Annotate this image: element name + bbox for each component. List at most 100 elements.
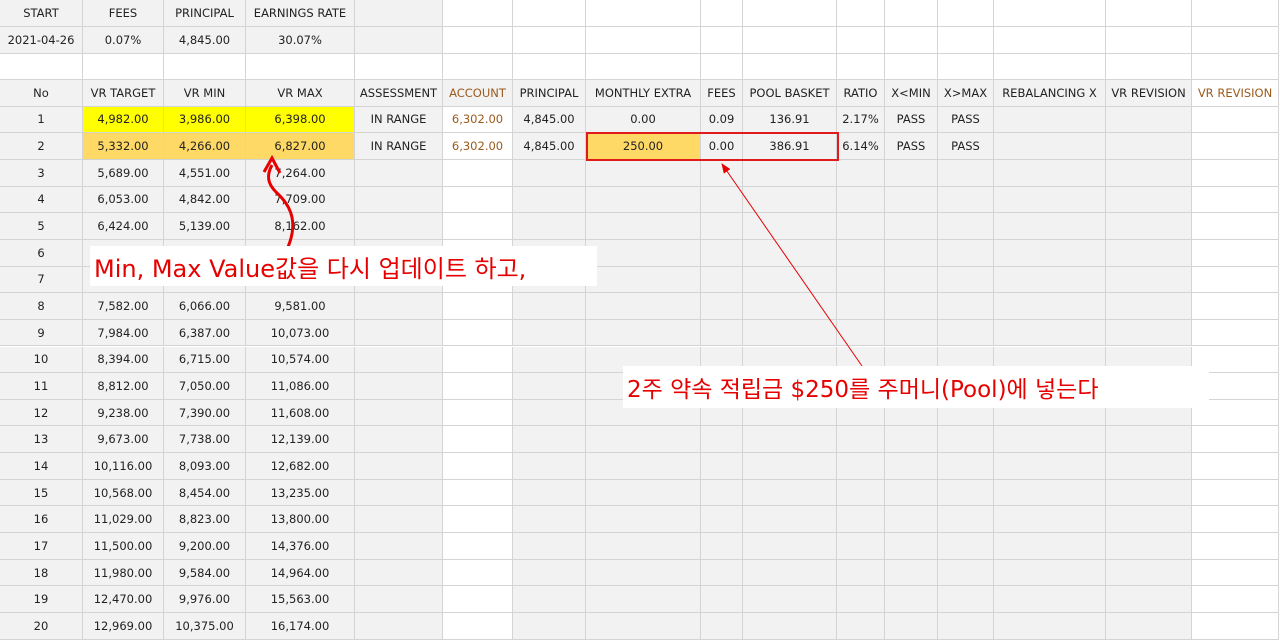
table-cell[interactable] [938, 586, 994, 613]
table-cell[interactable] [701, 479, 743, 507]
table-cell[interactable] [701, 293, 743, 320]
table-cell[interactable] [1106, 106, 1192, 134]
empty-cell[interactable] [938, 0, 994, 27]
empty-cell[interactable] [994, 27, 1106, 54]
empty-cell[interactable] [1106, 0, 1192, 27]
table-cell[interactable]: 8,823.00 [164, 506, 246, 534]
empty-cell[interactable] [513, 54, 586, 80]
table-cell[interactable] [586, 479, 701, 507]
table-cell[interactable] [1192, 106, 1279, 134]
table-cell[interactable] [994, 186, 1106, 214]
table-cell[interactable]: 11,086.00 [246, 373, 355, 400]
empty-cell[interactable] [1106, 27, 1192, 54]
table-cell[interactable] [513, 426, 586, 454]
column-header[interactable]: RATIO [837, 80, 885, 107]
empty-cell[interactable] [246, 54, 355, 80]
empty-cell[interactable] [586, 27, 701, 54]
table-cell[interactable] [1192, 479, 1279, 507]
table-cell[interactable] [355, 559, 443, 587]
row-number-cell[interactable]: 10 [0, 346, 83, 374]
table-cell[interactable] [885, 533, 938, 560]
table-cell[interactable] [355, 293, 443, 320]
summary-value-cell[interactable]: 4,845.00 [164, 27, 246, 54]
table-cell[interactable] [1192, 319, 1279, 347]
table-cell[interactable] [938, 293, 994, 320]
table-cell[interactable] [1192, 453, 1279, 480]
table-cell[interactable]: 7,390.00 [164, 399, 246, 427]
row-number-cell[interactable]: 12 [0, 399, 83, 427]
table-cell[interactable] [837, 213, 885, 240]
table-cell[interactable] [355, 533, 443, 560]
table-cell[interactable]: 12,969.00 [83, 613, 164, 640]
table-cell[interactable] [994, 293, 1106, 320]
table-cell[interactable] [1106, 586, 1192, 613]
table-cell[interactable] [443, 346, 513, 374]
table-cell[interactable]: 4,845.00 [513, 133, 586, 160]
empty-cell[interactable] [938, 27, 994, 54]
row-number-cell[interactable]: 13 [0, 426, 83, 454]
table-cell[interactable] [1106, 133, 1192, 160]
table-cell[interactable]: 9,200.00 [164, 533, 246, 560]
table-cell[interactable] [743, 186, 837, 214]
table-cell[interactable]: 9,976.00 [164, 586, 246, 613]
empty-cell[interactable] [355, 54, 443, 80]
table-cell[interactable] [513, 159, 586, 187]
table-cell[interactable] [1192, 533, 1279, 560]
empty-cell[interactable] [513, 27, 586, 54]
table-cell[interactable] [837, 453, 885, 480]
table-cell[interactable] [513, 319, 586, 347]
table-cell[interactable] [513, 586, 586, 613]
table-cell[interactable] [513, 479, 586, 507]
table-cell[interactable] [443, 559, 513, 587]
table-cell[interactable] [938, 506, 994, 534]
row-number-cell[interactable]: 16 [0, 506, 83, 534]
table-cell[interactable] [443, 373, 513, 400]
row-number-cell[interactable]: 14 [0, 453, 83, 480]
table-cell[interactable] [1106, 319, 1192, 347]
column-header[interactable]: VR REVISION [1106, 80, 1192, 107]
column-header[interactable]: VR REVISION [1192, 80, 1279, 107]
table-cell[interactable] [355, 613, 443, 640]
table-cell[interactable] [994, 133, 1106, 160]
row-number-cell[interactable]: 5 [0, 213, 83, 240]
table-cell[interactable] [701, 239, 743, 267]
table-cell[interactable] [701, 453, 743, 480]
table-cell[interactable] [586, 293, 701, 320]
row-number-cell[interactable]: 19 [0, 586, 83, 613]
table-cell[interactable]: 7,264.00 [246, 159, 355, 187]
table-cell[interactable]: 9,584.00 [164, 559, 246, 587]
summary-header-cell[interactable] [355, 0, 443, 27]
table-cell[interactable] [355, 479, 443, 507]
table-cell[interactable]: 12,139.00 [246, 426, 355, 454]
table-cell[interactable]: 136.91 [743, 106, 837, 134]
column-header[interactable]: X<MIN [885, 80, 938, 107]
table-cell[interactable]: 6,715.00 [164, 346, 246, 374]
table-cell[interactable] [1106, 506, 1192, 534]
row-number-cell[interactable]: 20 [0, 613, 83, 640]
table-cell[interactable] [1192, 266, 1279, 294]
table-cell[interactable] [1106, 453, 1192, 480]
table-cell[interactable] [355, 399, 443, 427]
empty-cell[interactable] [443, 54, 513, 80]
empty-cell[interactable] [701, 54, 743, 80]
table-cell[interactable]: 0.09 [701, 106, 743, 134]
table-cell[interactable] [1106, 426, 1192, 454]
table-cell[interactable] [513, 559, 586, 587]
table-cell[interactable] [938, 453, 994, 480]
table-cell[interactable] [994, 506, 1106, 534]
table-cell[interactable]: 2.17% [837, 106, 885, 134]
summary-header-cell[interactable]: PRINCIPAL [164, 0, 246, 27]
table-cell[interactable]: 11,029.00 [83, 506, 164, 534]
table-cell[interactable] [443, 213, 513, 240]
empty-cell[interactable] [164, 54, 246, 80]
empty-cell[interactable] [743, 27, 837, 54]
table-cell[interactable] [355, 426, 443, 454]
table-cell[interactable] [701, 533, 743, 560]
table-cell[interactable] [513, 506, 586, 534]
table-cell[interactable]: 4,845.00 [513, 106, 586, 134]
table-cell[interactable] [938, 426, 994, 454]
empty-cell[interactable] [994, 54, 1106, 80]
table-cell[interactable] [1192, 159, 1279, 187]
column-header[interactable]: ASSESSMENT [355, 80, 443, 107]
empty-cell[interactable] [743, 54, 837, 80]
